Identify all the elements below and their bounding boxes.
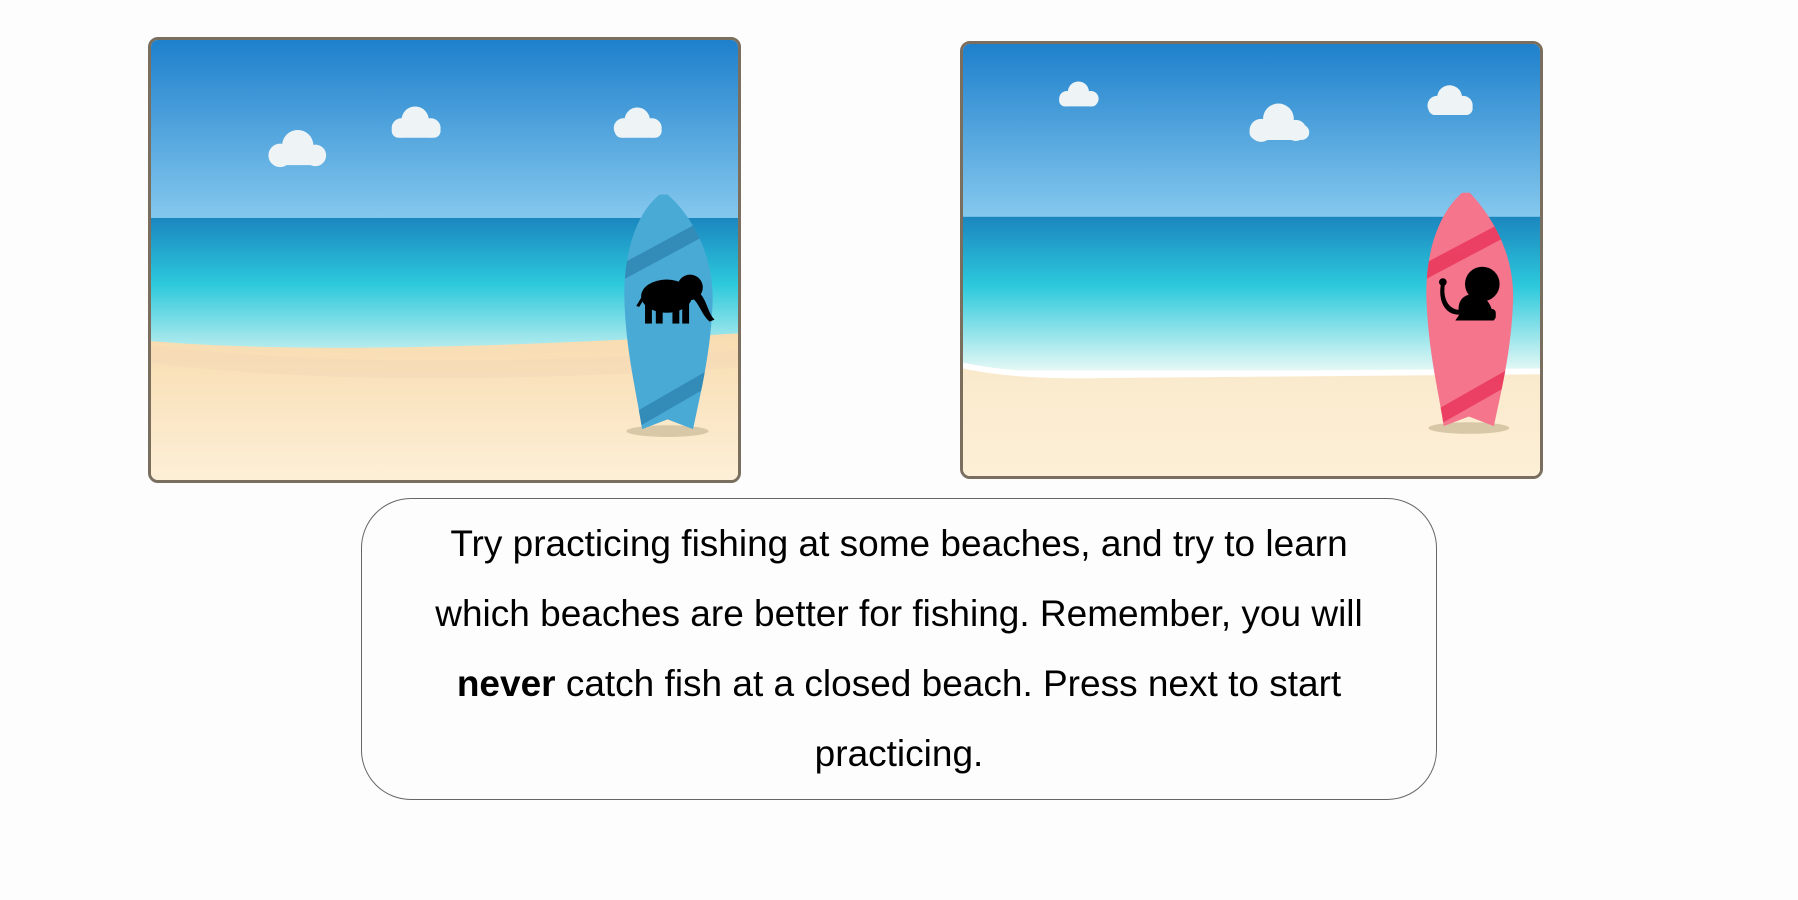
instruction-text: Try practicing fishing at some beaches, … bbox=[410, 509, 1388, 789]
instruction-emphasis: never bbox=[456, 663, 556, 704]
beach-card-lion bbox=[960, 41, 1543, 479]
beach-scene bbox=[151, 40, 738, 480]
instruction-panel: Try practicing fishing at some beaches, … bbox=[361, 498, 1437, 800]
instruction-text-part1: Try practicing fishing at some beaches, … bbox=[435, 523, 1363, 634]
beach-card-elephant bbox=[148, 37, 741, 483]
instruction-text-part2: catch fish at a closed beach. Press next… bbox=[565, 663, 1342, 774]
beach-scene bbox=[963, 44, 1540, 476]
